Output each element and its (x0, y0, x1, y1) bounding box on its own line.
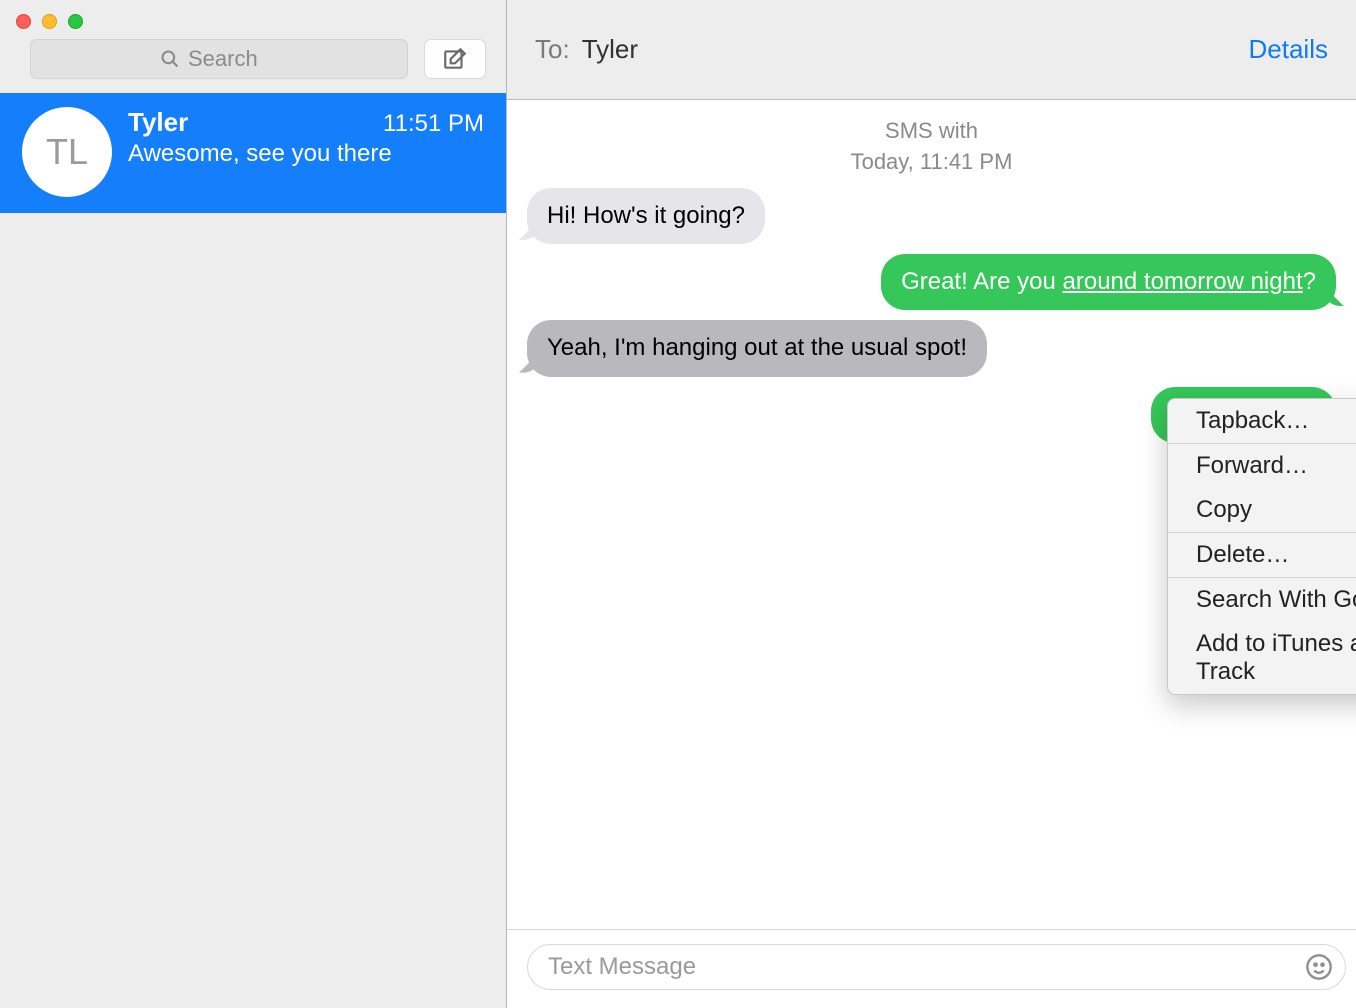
ctx-tapback[interactable]: Tapback… (1168, 399, 1356, 443)
conversation-list: TL Tyler 11:51 PM Awesome, see you there (0, 93, 506, 1008)
message-row: Great! Are you around tomorrow night? (527, 254, 1336, 310)
message-text-prefix: Great! Are you (901, 268, 1062, 295)
conversation-pane: To: Tyler Details SMS with Today, 11:41 … (507, 0, 1356, 1008)
search-input[interactable] (188, 46, 278, 72)
conversation-time: 11:51 PM (383, 110, 484, 138)
conversation-preview: Awesome, see you there (128, 140, 484, 168)
message-text-suffix: ? (1303, 268, 1316, 295)
thread-meta-line1: SMS with (527, 116, 1336, 147)
ctx-forward[interactable]: Forward… (1168, 444, 1356, 488)
compose-bar (507, 929, 1356, 1008)
ctx-add-itunes[interactable]: Add to iTunes as a Spoken Track (1168, 622, 1356, 694)
conversation-meta: Tyler 11:51 PM Awesome, see you there (128, 107, 484, 197)
thread-meta-line2: Today, 11:41 PM (527, 147, 1336, 178)
messages-window: TL Tyler 11:51 PM Awesome, see you there… (0, 0, 1356, 1008)
avatar: TL (22, 107, 112, 197)
minimize-window-button[interactable] (42, 14, 57, 29)
message-text: Yeah, I'm hanging out at the usual spot! (547, 334, 967, 361)
context-menu: Tapback… Forward… Copy Delete… Search Wi… (1167, 398, 1356, 695)
message-row: Yeah, I'm hanging out at the usual spot! (527, 320, 1336, 376)
sidebar-toolbar (0, 39, 506, 93)
search-icon (160, 49, 180, 69)
conversation-item[interactable]: TL Tyler 11:51 PM Awesome, see you there (0, 93, 506, 213)
conversation-name: Tyler (128, 107, 188, 138)
ctx-copy[interactable]: Copy (1168, 488, 1356, 532)
message-text: Hi! How's it going? (547, 202, 745, 229)
window-controls (0, 0, 506, 39)
incoming-message-bubble[interactable]: Yeah, I'm hanging out at the usual spot! (527, 320, 987, 376)
to-value: Tyler (582, 34, 638, 65)
ctx-delete[interactable]: Delete… (1168, 533, 1356, 577)
message-input[interactable] (527, 944, 1346, 990)
fullscreen-window-button[interactable] (68, 14, 83, 29)
outgoing-message-bubble[interactable]: Great! Are you around tomorrow night? (881, 254, 1336, 310)
close-window-button[interactable] (16, 14, 31, 29)
sidebar: TL Tyler 11:51 PM Awesome, see you there (0, 0, 507, 1008)
ctx-search-google[interactable]: Search With Google (1168, 578, 1356, 622)
search-field[interactable] (30, 39, 408, 79)
thread-meta: SMS with Today, 11:41 PM (527, 116, 1336, 178)
compose-button[interactable] (424, 39, 486, 79)
incoming-message-bubble[interactable]: Hi! How's it going? (527, 188, 765, 244)
avatar-initials: TL (46, 131, 88, 173)
message-row: Hi! How's it going? (527, 188, 1336, 244)
emoji-picker-button[interactable] (1302, 950, 1336, 984)
to-label: To: (535, 34, 570, 65)
details-button[interactable]: Details (1249, 34, 1328, 65)
conversation-header: To: Tyler Details (507, 0, 1356, 100)
message-datalink[interactable]: around tomorrow night (1063, 268, 1303, 295)
